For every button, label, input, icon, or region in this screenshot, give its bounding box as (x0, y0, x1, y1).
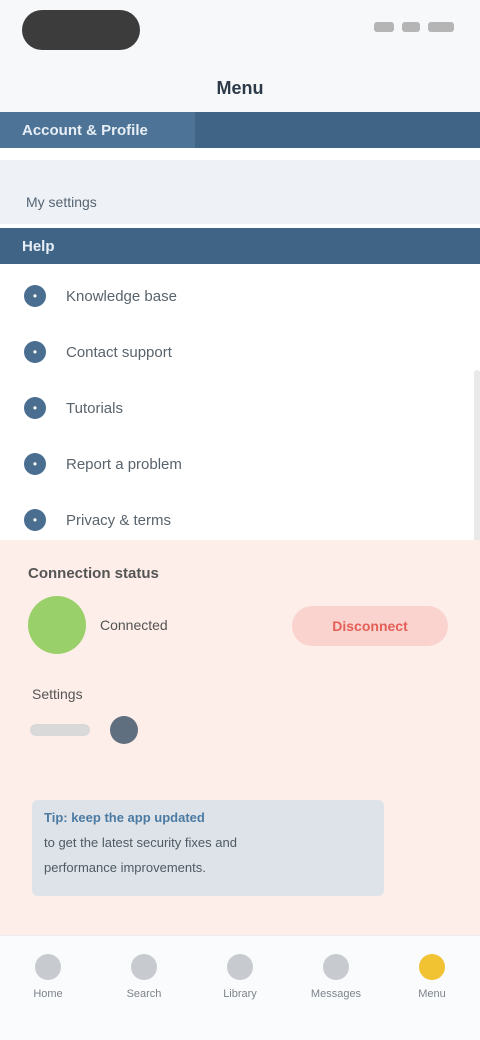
tab-label: Menu (418, 988, 446, 1000)
bullet-icon: • (24, 341, 46, 363)
tab-home[interactable]: Home (0, 936, 96, 1040)
help-list: • Knowledge base • Contact support • Tut… (0, 268, 480, 548)
bullet-icon: • (24, 453, 46, 475)
status-text: Connected (100, 617, 168, 633)
list-item[interactable]: • Knowledge base (0, 268, 480, 324)
signal-icon (374, 22, 394, 32)
list-item[interactable]: • Tutorials (0, 380, 480, 436)
list-item-label: Contact support (66, 343, 172, 361)
bullet-icon: • (24, 397, 46, 419)
group-row-settings[interactable]: My settings (0, 160, 480, 224)
bottom-tab-bar: Home Search Library Messages Menu (0, 935, 480, 1040)
bullet-icon: • (24, 509, 46, 531)
list-item-label: Knowledge base (66, 287, 177, 305)
list-item-label: Tutorials (66, 399, 123, 417)
status-indicator-icon (28, 596, 86, 654)
tab-label: Library (223, 988, 257, 1000)
tab-label: Search (126, 988, 162, 1000)
tip-line: Tip: keep the app updated (44, 810, 205, 825)
search-icon (131, 954, 157, 980)
toggle-track (30, 724, 90, 736)
library-icon (227, 954, 253, 980)
section-header-label: Help (22, 237, 55, 255)
tab-label: Messages (310, 988, 362, 1000)
settings-toggle[interactable] (30, 716, 138, 744)
disconnect-button[interactable]: Disconnect (292, 606, 448, 646)
status-bar (0, 0, 480, 60)
page-title: Menu (216, 78, 264, 98)
home-icon (35, 954, 61, 980)
tip-box: Tip: keep the app updated to get the lat… (32, 800, 384, 896)
camera-notch (22, 10, 140, 50)
toggle-knob[interactable] (110, 716, 138, 744)
tab-messages[interactable]: Messages (288, 936, 384, 1040)
list-item[interactable]: • Report a problem (0, 436, 480, 492)
battery-icon (428, 22, 454, 32)
messages-icon (323, 954, 349, 980)
bullet-icon: • (24, 285, 46, 307)
status-section-title: Connection status (28, 565, 159, 582)
section-header-label: Account & Profile (22, 121, 148, 139)
menu-icon (419, 954, 445, 980)
settings-label: Settings (32, 686, 83, 702)
list-item[interactable]: • Contact support (0, 324, 480, 380)
list-item-label: Report a problem (66, 455, 182, 473)
tab-menu[interactable]: Menu (384, 936, 480, 1040)
section-header-help[interactable]: Help (0, 228, 480, 264)
list-item-label: Privacy & terms (66, 511, 172, 529)
section-header-account[interactable]: Account & Profile (0, 112, 480, 148)
group-row-label: My settings (26, 194, 97, 210)
tip-line: to get the latest security fixes and (44, 835, 237, 850)
tip-line: performance improvements. (44, 860, 206, 875)
tab-library[interactable]: Library (192, 936, 288, 1040)
wifi-icon (402, 22, 420, 32)
tab-label: Home (33, 988, 63, 1000)
tab-search[interactable]: Search (96, 936, 192, 1040)
status-icons (374, 22, 454, 32)
